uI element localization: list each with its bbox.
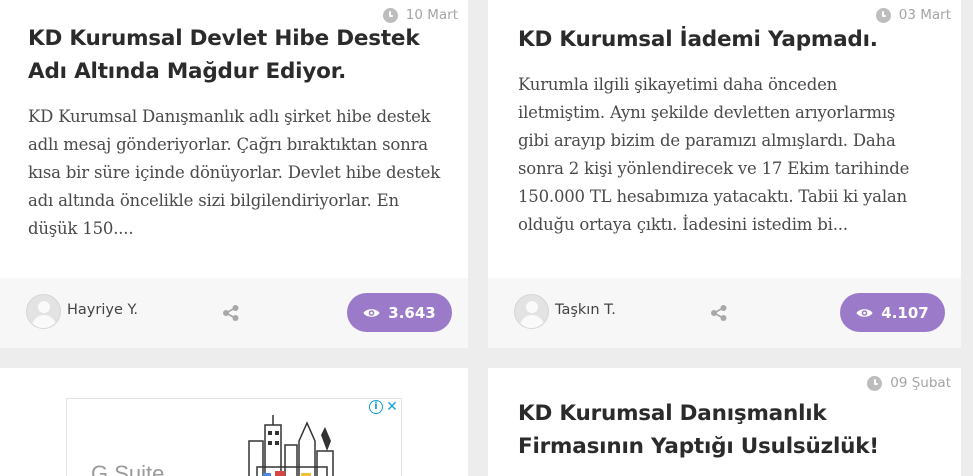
complaint-title-link[interactable]: KD Kurumsal İademi Yapmadı. bbox=[518, 23, 938, 56]
share-icon[interactable] bbox=[710, 304, 728, 322]
excerpt-line: iletmiştim. Aynı şekilde devletten arıyo… bbox=[518, 103, 896, 122]
title-line: Firmasının Yaptığı Usulsüzlük! bbox=[518, 434, 879, 459]
excerpt-line: gibi arayıp bizim de paramızı almışlardı… bbox=[518, 131, 896, 150]
complaint-excerpt: KD Kurumsal Danışmanlık adlı şirket hibe… bbox=[28, 103, 446, 243]
complaint-card[interactable]: 10 Mart KD Kurumsal Devlet Hibe Destek A… bbox=[0, 0, 468, 348]
excerpt-line: kısa bir süre içinde dönüyorlar. Devlet … bbox=[28, 163, 441, 182]
ad-brand-logo: G Suite bbox=[91, 461, 165, 476]
post-date-text: 09 Şubat bbox=[890, 375, 951, 391]
complaint-card[interactable]: 09 Şubat KD Kurumsal Danışmanlık Firması… bbox=[488, 368, 961, 476]
author-name[interactable]: Taşkın T. bbox=[555, 302, 616, 318]
view-count-button[interactable]: 4.107 bbox=[840, 293, 945, 332]
complaint-title-link[interactable]: KD Kurumsal Devlet Hibe Destek Adı Altın… bbox=[28, 22, 448, 88]
excerpt-line: Kurumla ilgili şikayetimi daha önceden bbox=[518, 75, 838, 94]
complaint-excerpt: Kurumla ilgili şikayetimi daha önceden i… bbox=[518, 71, 938, 239]
ad-card: i ✕ G Suite bbox=[0, 368, 468, 476]
view-count: 3.643 bbox=[388, 303, 436, 322]
share-icon[interactable] bbox=[222, 304, 240, 322]
eye-icon bbox=[856, 308, 873, 317]
ad-banner[interactable]: i ✕ G Suite bbox=[66, 398, 402, 476]
city-illustration bbox=[248, 415, 334, 476]
excerpt-line: olduğu ortaya çıktı. İadesini istedim bi… bbox=[518, 215, 848, 234]
post-date: 10 Mart bbox=[382, 7, 458, 23]
post-date-text: 10 Mart bbox=[405, 7, 458, 23]
post-date: 09 Şubat bbox=[867, 375, 951, 391]
excerpt-line: sonra 2 kişi yönlendirecek ve 17 Ekim ta… bbox=[518, 159, 910, 178]
view-count-button[interactable]: 3.643 bbox=[347, 293, 452, 332]
card-footer: Taşkın T. 4.107 bbox=[488, 278, 961, 348]
excerpt-line: 150.000 TL hesabımıza yatacaktı. Tabii k… bbox=[518, 187, 907, 206]
clock-icon bbox=[875, 7, 891, 23]
avatar[interactable] bbox=[514, 294, 549, 329]
view-count: 4.107 bbox=[881, 303, 929, 322]
clock-icon bbox=[867, 375, 883, 391]
close-icon[interactable]: ✕ bbox=[385, 400, 399, 414]
post-date: 03 Mart bbox=[875, 7, 951, 23]
card-footer: Hayriye Y. 3.643 bbox=[0, 278, 468, 348]
avatar[interactable] bbox=[26, 294, 61, 329]
title-line: KD Kurumsal Devlet Hibe Destek bbox=[28, 26, 420, 51]
clock-icon bbox=[382, 7, 398, 23]
complaint-title-link[interactable]: KD Kurumsal Danışmanlık Firmasının Yaptı… bbox=[518, 397, 938, 463]
post-date-text: 03 Mart bbox=[898, 7, 951, 23]
title-line: KD Kurumsal Danışmanlık bbox=[518, 401, 827, 426]
title-line: Adı Altında Mağdur Ediyor. bbox=[28, 59, 347, 84]
excerpt-line: adlı mesaj gönderiyorlar. Çağrı bıraktık… bbox=[28, 135, 428, 154]
title-line: KD Kurumsal İademi Yapmadı. bbox=[518, 27, 878, 52]
complaint-card[interactable]: 03 Mart KD Kurumsal İademi Yapmadı. Kuru… bbox=[488, 0, 961, 348]
author-name[interactable]: Hayriye Y. bbox=[67, 302, 138, 318]
excerpt-line: düşük 150.... bbox=[28, 219, 134, 238]
excerpt-line: adı altında öncelikle sizi bilgilendiriy… bbox=[28, 191, 399, 210]
excerpt-line: KD Kurumsal Danışmanlık adlı şirket hibe… bbox=[28, 107, 431, 126]
eye-icon bbox=[363, 308, 380, 317]
